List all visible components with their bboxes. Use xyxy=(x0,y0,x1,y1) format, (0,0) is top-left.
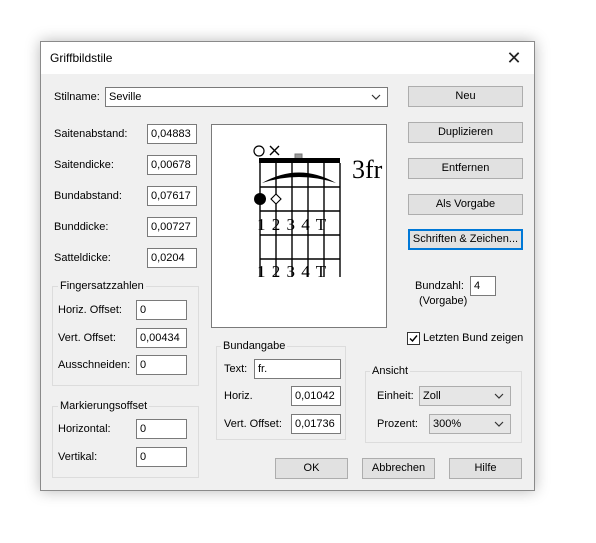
fingering-horiz-field[interactable]: 0 xyxy=(136,300,187,320)
marking-group-title: Markierungsoffset xyxy=(58,400,150,412)
open-string-marker xyxy=(253,145,265,157)
fret-label-vert-field[interactable]: 0,01736 xyxy=(291,414,341,434)
finger-dot xyxy=(254,193,266,205)
last-fret-checkbox[interactable] xyxy=(407,332,420,345)
diamond-marker xyxy=(270,193,282,205)
percent-value: 300% xyxy=(433,418,462,430)
fret-label-horiz-label: Horiz. xyxy=(224,390,253,402)
unit-value: Zoll xyxy=(423,390,441,402)
fret-count-field[interactable]: 4 xyxy=(470,276,496,296)
fret-label-horiz-field[interactable]: 0,01042 xyxy=(291,386,341,406)
fret-label-group-title: Bundangabe xyxy=(221,340,288,352)
duplicate-button[interactable]: Duplizieren xyxy=(408,122,523,143)
unit-select[interactable]: Zoll xyxy=(419,386,511,406)
help-button[interactable]: Hilfe xyxy=(449,458,522,479)
fret-spacing-label: Bundabstand: xyxy=(54,190,122,202)
fret-count-label: Bundzahl: xyxy=(415,280,464,292)
fingering-cut-label: Ausschneiden: xyxy=(58,359,131,371)
fret-label-vert-label: Vert. Offset: xyxy=(224,418,282,430)
fingering-cut-field[interactable]: 0 xyxy=(136,355,187,375)
remove-button[interactable]: Entfernen xyxy=(408,158,523,179)
checkmark-icon xyxy=(409,335,418,343)
chord-preview: 3fr 1 2 3 4 T 1 2 3 4 T xyxy=(211,124,387,328)
cancel-button[interactable]: Abbrechen xyxy=(362,458,435,479)
last-fret-label: Letzten Bund zeigen xyxy=(423,332,524,344)
style-name-value: Seville xyxy=(109,91,142,103)
string-spacing-field[interactable]: 0,04883 xyxy=(147,124,197,144)
muted-string-marker xyxy=(269,145,280,156)
percent-label: Prozent: xyxy=(377,418,418,430)
fret-label-text-field[interactable]: fr. xyxy=(254,359,341,379)
style-name-label: Stilname: xyxy=(54,91,100,103)
griffbildstile-dialog: Griffbildstile ✕ Stilname: Seville Saite… xyxy=(40,41,535,491)
nut xyxy=(259,158,340,163)
marking-horiz-field[interactable]: 0 xyxy=(136,419,187,439)
set-default-button[interactable]: Als Vorgabe xyxy=(408,194,523,215)
string-thickness-label: Saitendicke: xyxy=(54,159,114,171)
fingering-group-title: Fingersatzzahlen xyxy=(58,280,146,292)
fret-label-text-label: Text: xyxy=(224,363,248,375)
string-spacing-label: Saitenabstand: xyxy=(54,128,128,140)
fret-count-note: (Vorgabe) xyxy=(419,295,468,307)
chevron-down-icon xyxy=(494,393,504,399)
finger-row-bottom: 1 2 3 4 T xyxy=(257,262,327,281)
marking-horiz-label: Horizontal: xyxy=(58,423,111,435)
style-name-select[interactable]: Seville xyxy=(105,87,388,107)
ok-button[interactable]: OK xyxy=(275,458,348,479)
window-title: Griffbildstile xyxy=(50,51,113,65)
finger-row-top: 1 2 3 4 T xyxy=(257,215,327,234)
fingering-vert-label: Vert. Offset: xyxy=(58,332,116,344)
unit-label: Einheit: xyxy=(377,390,414,402)
fingering-vert-field[interactable]: 0,00434 xyxy=(136,328,187,348)
fret-spacing-field[interactable]: 0,07617 xyxy=(147,186,197,206)
string-thickness-field[interactable]: 0,00678 xyxy=(147,155,197,175)
fonts-symbols-button[interactable]: Schriften & Zeichen... xyxy=(408,229,523,250)
nut-thickness-field[interactable]: 0,0204 xyxy=(147,248,197,268)
chevron-down-icon xyxy=(494,421,504,427)
percent-select[interactable]: 300% xyxy=(429,414,511,434)
title-bar: Griffbildstile ✕ xyxy=(41,42,534,74)
nut-thickness-label: Satteldicke: xyxy=(54,252,111,264)
marking-vert-label: Vertikal: xyxy=(58,451,98,463)
marking-group xyxy=(52,406,199,478)
fingering-horiz-label: Horiz. Offset: xyxy=(58,304,122,316)
barre-arc xyxy=(262,172,336,183)
chevron-down-icon xyxy=(371,94,381,100)
marking-vert-field[interactable]: 0 xyxy=(136,447,187,467)
chord-diagram: 3fr 1 2 3 4 T 1 2 3 4 T xyxy=(253,145,383,281)
fret-thickness-field[interactable]: 0,00727 xyxy=(147,217,197,237)
new-button[interactable]: Neu xyxy=(408,86,523,107)
view-group-title: Ansicht xyxy=(370,365,411,377)
close-icon[interactable]: ✕ xyxy=(494,42,534,74)
fret-number-text: 3fr xyxy=(352,155,383,184)
fret-thickness-label: Bunddicke: xyxy=(54,221,109,233)
